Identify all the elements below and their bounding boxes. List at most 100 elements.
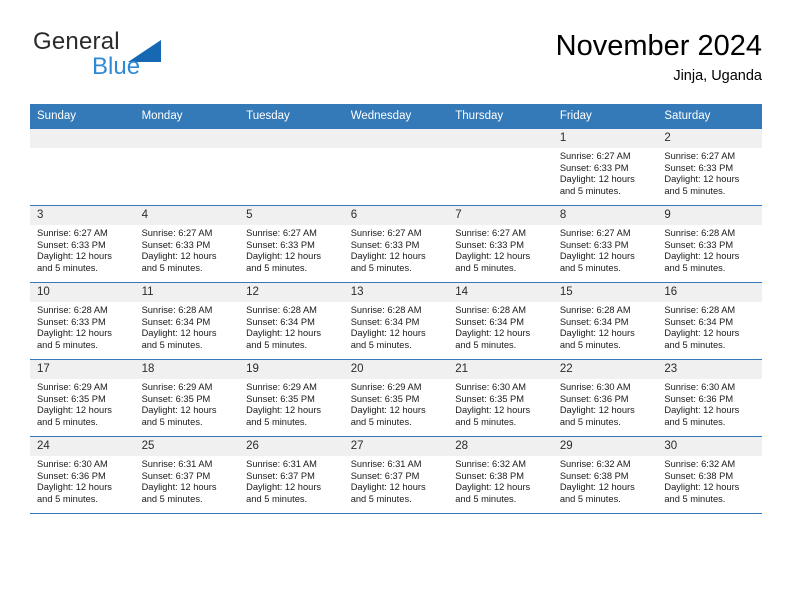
calendar-day-cell[interactable]: 11 Sunrise: 6:28 AM Sunset: 6:34 PM Dayligh… [134, 282, 240, 360]
day-number: 12 [239, 283, 344, 302]
daylight-text-cont: and 5 minutes. [559, 339, 621, 350]
day-details: Sunrise: 6:28 AM Sunset: 6:33 PM Daylight:… [30, 302, 135, 351]
day-details: Sunrise: 6:29 AM Sunset: 6:35 PM Daylight:… [239, 379, 344, 428]
daylight-text: Daylight: 12 hours [37, 251, 112, 262]
daylight-text: Daylight: 12 hours [664, 405, 740, 416]
calendar-day-cell[interactable]: 24 Sunrise: 6:30 AM Sunset: 6:36 PM Dayligh… [30, 436, 135, 514]
calendar-table: Sunday Monday Tuesday Wednesday Thursday Frid… [30, 104, 762, 514]
daylight-text-cont: and 5 minutes. [350, 416, 412, 427]
calendar-day-cell[interactable]: 7 Sunrise: 6:27 AM Sunset: 6:33 PM Daylight… [448, 205, 553, 283]
sunset-text: Sunset: 6:38 PM [455, 470, 524, 481]
calendar-day-cell[interactable]: 12 Sunrise: 6:28 AM Sunset: 6:34 PM Dayligh… [239, 282, 344, 360]
calendar-day-cell[interactable]: 13 Sunrise: 6:28 AM Sunset: 6:34 PM Dayligh… [343, 282, 449, 360]
weekday-header-saturday: Saturday [657, 104, 762, 129]
daylight-text-cont: and 5 minutes. [37, 339, 98, 350]
day-details [135, 148, 240, 151]
daylight-text-cont: and 5 minutes. [141, 493, 203, 504]
location-subtitle: Jinja, Uganda [673, 68, 762, 84]
calendar-day-cell[interactable]: 9 Sunrise: 6:28 AM Sunset: 6:33 PM Daylight… [657, 205, 762, 283]
day-details: Sunrise: 6:28 AM Sunset: 6:34 PM Daylight:… [553, 302, 658, 351]
daylight-text: Daylight: 12 hours [559, 251, 635, 262]
sunset-text: Sunset: 6:37 PM [246, 470, 315, 481]
calendar-day-cell[interactable]: 27 Sunrise: 6:31 AM Sunset: 6:37 PM Dayligh… [343, 436, 449, 514]
daylight-text: Daylight: 12 hours [141, 482, 217, 493]
sunrise-text: Sunrise: 6:28 AM [559, 305, 631, 315]
calendar-day-cell[interactable]: 10 Sunrise: 6:28 AM Sunset: 6:33 PM Dayligh… [30, 282, 135, 360]
calendar-week-row: 17 Sunrise: 6:29 AM Sunset: 6:35 PM Dayligh… [30, 359, 762, 437]
day-number: 29 [552, 437, 658, 456]
page-header: General Blue November 2024 Jinja, Uganda [30, 28, 762, 94]
daylight-text-cont: and 5 minutes. [141, 262, 203, 273]
calendar-day-cell[interactable]: 25 Sunrise: 6:31 AM Sunset: 6:37 PM Dayligh… [134, 436, 240, 514]
calendar-day-cell[interactable]: 8 Sunrise: 6:27 AM Sunset: 6:33 PM Daylight… [552, 205, 658, 283]
weekday-header-tuesday: Tuesday [239, 104, 344, 129]
calendar-day-cell[interactable]: 17 Sunrise: 6:29 AM Sunset: 6:35 PM Dayligh… [30, 359, 135, 437]
daylight-text-cont: and 5 minutes. [664, 262, 726, 273]
calendar-day-cell[interactable]: 6 Sunrise: 6:27 AM Sunset: 6:33 PM Daylight… [343, 205, 449, 283]
calendar-page: General Blue November 2024 Jinja, Uganda… [0, 0, 792, 612]
daylight-text-cont: and 5 minutes. [559, 262, 621, 273]
calendar-week-row: 3 Sunrise: 6:27 AM Sunset: 6:33 PM Daylight… [30, 205, 762, 283]
daylight-text: Daylight: 12 hours [559, 328, 635, 339]
sunset-text: Sunset: 6:33 PM [455, 239, 524, 250]
sunrise-text: Sunrise: 6:29 AM [246, 382, 317, 392]
sunrise-text: Sunrise: 6:27 AM [559, 228, 631, 238]
day-number: 27 [343, 437, 449, 456]
day-number: 20 [343, 360, 449, 379]
daylight-text: Daylight: 12 hours [664, 482, 740, 493]
sunrise-text: Sunrise: 6:27 AM [350, 228, 422, 238]
sunset-text: Sunset: 6:37 PM [350, 470, 420, 481]
calendar-day-cell[interactable]: 20 Sunrise: 6:29 AM Sunset: 6:35 PM Dayligh… [343, 359, 449, 437]
day-number [448, 129, 553, 148]
day-details: Sunrise: 6:30 AM Sunset: 6:35 PM Daylight:… [448, 379, 553, 428]
page-title: November 2024 [555, 30, 762, 62]
daylight-text-cont: and 5 minutes. [664, 493, 726, 504]
day-details: Sunrise: 6:31 AM Sunset: 6:37 PM Daylight:… [239, 456, 344, 505]
calendar-day-cell[interactable]: 4 Sunrise: 6:27 AM Sunset: 6:33 PM Daylight… [134, 205, 240, 283]
calendar-day-cell[interactable]: 1 Sunrise: 6:27 AM Sunset: 6:33 PM Daylight… [552, 128, 658, 206]
sunset-text: Sunset: 6:35 PM [350, 393, 420, 404]
day-details: Sunrise: 6:29 AM Sunset: 6:35 PM Daylight:… [135, 379, 240, 428]
daylight-text: Daylight: 12 hours [246, 405, 322, 416]
daylight-text: Daylight: 12 hours [37, 482, 112, 493]
calendar-day-cell[interactable]: 3 Sunrise: 6:27 AM Sunset: 6:33 PM Daylight… [30, 205, 135, 283]
day-details: Sunrise: 6:28 AM Sunset: 6:34 PM Daylight:… [239, 302, 344, 351]
sunset-text: Sunset: 6:35 PM [141, 393, 211, 404]
sunrise-text: Sunrise: 6:28 AM [664, 305, 736, 315]
day-number: 2 [657, 129, 762, 148]
daylight-text: Daylight: 12 hours [455, 405, 531, 416]
calendar-day-cell[interactable]: 21 Sunrise: 6:30 AM Sunset: 6:35 PM Dayligh… [448, 359, 553, 437]
general-blue-logo[interactable]: General Blue [30, 28, 210, 80]
day-details: Sunrise: 6:27 AM Sunset: 6:33 PM Daylight:… [553, 148, 658, 197]
daylight-text-cont: and 5 minutes. [559, 493, 621, 504]
calendar-day-cell[interactable]: 23 Sunrise: 6:30 AM Sunset: 6:36 PM Dayligh… [657, 359, 762, 437]
day-number: 22 [552, 360, 658, 379]
calendar-day-cell[interactable]: 29 Sunrise: 6:32 AM Sunset: 6:38 PM Dayligh… [552, 436, 658, 514]
calendar-day-cell[interactable]: 14 Sunrise: 6:28 AM Sunset: 6:34 PM Dayligh… [448, 282, 553, 360]
day-details [239, 148, 344, 151]
day-number: 14 [448, 283, 553, 302]
sunset-text: Sunset: 6:33 PM [141, 239, 211, 250]
sunrise-text: Sunrise: 6:27 AM [559, 151, 631, 161]
calendar-day-cell[interactable]: 5 Sunrise: 6:27 AM Sunset: 6:33 PM Daylight… [239, 205, 344, 283]
calendar-day-cell[interactable]: 18 Sunrise: 6:29 AM Sunset: 6:35 PM Dayligh… [134, 359, 240, 437]
daylight-text: Daylight: 12 hours [246, 328, 322, 339]
day-details [30, 148, 135, 151]
sunrise-text: Sunrise: 6:27 AM [141, 228, 213, 238]
sunrise-text: Sunrise: 6:27 AM [246, 228, 317, 238]
day-details: Sunrise: 6:28 AM Sunset: 6:33 PM Daylight:… [657, 225, 762, 274]
calendar-day-cell-empty [30, 128, 135, 206]
calendar-day-cell[interactable]: 26 Sunrise: 6:31 AM Sunset: 6:37 PM Dayligh… [239, 436, 344, 514]
calendar-day-cell[interactable]: 22 Sunrise: 6:30 AM Sunset: 6:36 PM Dayligh… [552, 359, 658, 437]
day-details [344, 148, 449, 151]
calendar-day-cell[interactable]: 2 Sunrise: 6:27 AM Sunset: 6:33 PM Daylight… [657, 128, 762, 206]
daylight-text: Daylight: 12 hours [37, 405, 112, 416]
calendar-day-cell[interactable]: 15 Sunrise: 6:28 AM Sunset: 6:34 PM Dayligh… [552, 282, 658, 360]
calendar-day-cell[interactable]: 16 Sunrise: 6:28 AM Sunset: 6:34 PM Dayligh… [657, 282, 762, 360]
calendar-day-cell[interactable]: 19 Sunrise: 6:29 AM Sunset: 6:35 PM Dayligh… [239, 359, 344, 437]
day-number: 5 [239, 206, 344, 225]
calendar-day-cell[interactable]: 28 Sunrise: 6:32 AM Sunset: 6:38 PM Dayligh… [448, 436, 553, 514]
sunrise-text: Sunrise: 6:31 AM [246, 459, 317, 469]
calendar-day-cell[interactable]: 30 Sunrise: 6:32 AM Sunset: 6:38 PM Dayligh… [657, 436, 762, 514]
day-number: 26 [239, 437, 344, 456]
